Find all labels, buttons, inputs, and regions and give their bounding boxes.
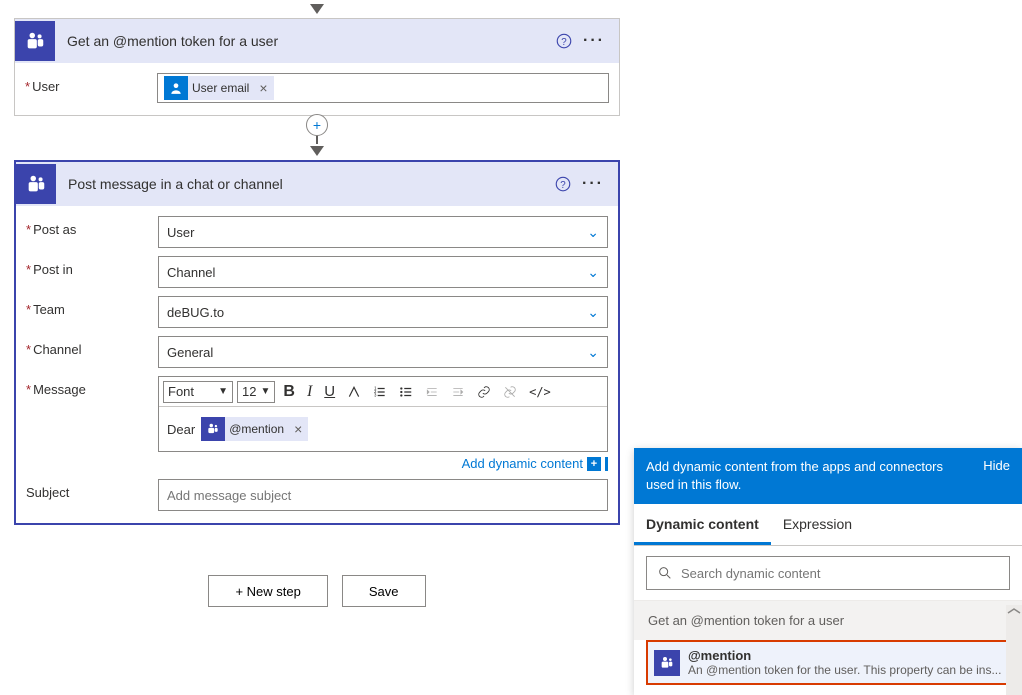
new-step-button[interactable]: + New step	[208, 575, 327, 607]
chevron-down-icon: ⌄	[587, 304, 599, 321]
svg-text:?: ?	[561, 37, 567, 48]
editor-toolbar: Font▼ 12▼ B I U 123 </>	[159, 377, 607, 407]
search-input[interactable]: Search dynamic content	[646, 556, 1010, 590]
field-label-channel: Channel	[26, 336, 158, 357]
add-step-button[interactable]: +	[306, 114, 328, 136]
code-view-button[interactable]: </>	[525, 383, 555, 401]
field-label-post-in: Post in	[26, 256, 158, 277]
italic-button[interactable]: I	[303, 381, 316, 403]
panel-header: Add dynamic content from the apps and co…	[634, 448, 1022, 504]
scrollbar[interactable]	[1006, 605, 1022, 695]
help-icon[interactable]: ?	[548, 175, 578, 193]
font-select[interactable]: Font▼	[163, 381, 233, 403]
tab-dynamic-content[interactable]: Dynamic content	[634, 504, 771, 545]
post-as-select[interactable]: User ⌄	[158, 216, 608, 248]
bold-button[interactable]: B	[279, 381, 299, 403]
action-card-get-mention-token: Get an @mention token for a user ? ··· U…	[14, 18, 620, 116]
indent-button[interactable]	[447, 383, 469, 401]
user-input[interactable]: User email ×	[157, 73, 609, 103]
field-label-message: Message	[26, 376, 158, 397]
outdent-button[interactable]	[421, 383, 443, 401]
dynamic-item-mention[interactable]: @mention An @mention token for the user.…	[646, 640, 1010, 685]
chevron-down-icon: ⌄	[587, 264, 599, 281]
search-icon	[657, 565, 673, 581]
field-label-subject: Subject	[26, 479, 158, 500]
tab-expression[interactable]: Expression	[771, 504, 864, 545]
dynamic-content-panel: Add dynamic content from the apps and co…	[634, 448, 1022, 695]
dynamic-section-header: Get an @mention token for a user	[634, 601, 1022, 640]
field-label-team: Team	[26, 296, 158, 317]
token-remove-icon[interactable]: ×	[288, 421, 308, 437]
chevron-down-icon: ⌄	[587, 224, 599, 241]
action-card-post-message: Post message in a chat or channel ? ··· …	[14, 160, 620, 525]
person-icon	[164, 76, 188, 100]
field-label-post-as: Post as	[26, 216, 158, 237]
teams-icon	[15, 21, 55, 61]
subject-input[interactable]: Add message subject	[158, 479, 608, 511]
card-header[interactable]: Get an @mention token for a user ? ···	[15, 19, 619, 63]
more-menu-icon[interactable]: ···	[579, 32, 609, 50]
teams-icon	[16, 164, 56, 204]
svg-text:3: 3	[374, 392, 377, 397]
svg-text:?: ?	[560, 180, 566, 191]
help-icon[interactable]: ?	[549, 32, 579, 50]
bullet-list-button[interactable]	[395, 383, 417, 401]
add-dynamic-content-link[interactable]: Add dynamic content +	[158, 456, 608, 471]
message-editor: Font▼ 12▼ B I U 123 </>	[158, 376, 608, 452]
caret-icon	[605, 457, 608, 471]
token-mention: @mention ×	[201, 417, 308, 441]
font-color-button[interactable]	[343, 383, 365, 401]
team-select[interactable]: deBUG.to ⌄	[158, 296, 608, 328]
lightning-icon: +	[587, 457, 601, 471]
token-remove-icon[interactable]: ×	[253, 80, 273, 96]
message-body[interactable]: Dear @mention ×	[159, 407, 607, 451]
save-button[interactable]: Save	[342, 575, 426, 607]
font-size-select[interactable]: 12▼	[237, 381, 275, 403]
post-in-select[interactable]: Channel ⌄	[158, 256, 608, 288]
link-button[interactable]	[473, 383, 495, 401]
underline-button[interactable]: U	[320, 381, 339, 402]
channel-select[interactable]: General ⌄	[158, 336, 608, 368]
more-menu-icon[interactable]: ···	[578, 175, 608, 193]
numbered-list-button[interactable]: 123	[369, 383, 391, 401]
teams-icon	[201, 417, 225, 441]
unlink-button[interactable]	[499, 383, 521, 401]
message-text: Dear	[167, 422, 195, 437]
token-user-email: User email ×	[164, 76, 274, 100]
chevron-down-icon: ⌄	[587, 344, 599, 361]
teams-icon	[654, 650, 680, 676]
card-header[interactable]: Post message in a chat or channel ? ···	[16, 162, 618, 206]
hide-panel-link[interactable]: Hide	[983, 458, 1010, 473]
card-title: Post message in a chat or channel	[68, 176, 548, 192]
field-label-user: User	[25, 73, 157, 94]
card-title: Get an @mention token for a user	[67, 33, 549, 49]
